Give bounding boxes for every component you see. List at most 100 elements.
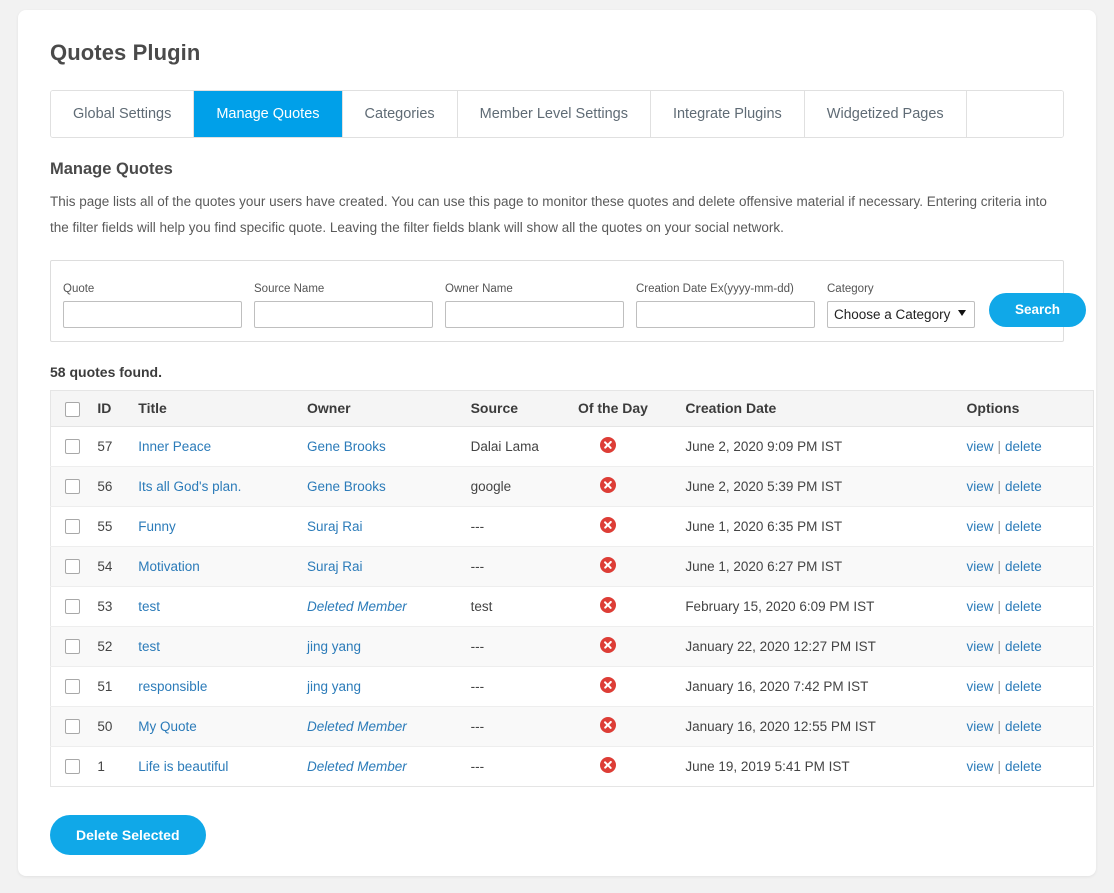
quote-title-link[interactable]: responsible [138,679,207,694]
quote-title-link[interactable]: My Quote [138,719,197,734]
row-checkbox[interactable] [65,599,80,615]
row-checkbox[interactable] [65,479,80,495]
cell-id: 56 [91,466,133,507]
cell-owner: Deleted Member [301,586,465,627]
circle-x-icon[interactable] [599,676,616,693]
row-checkbox[interactable] [65,519,80,535]
circle-x-icon[interactable] [599,516,616,533]
cell-options: view | delete [960,666,1094,707]
delete-link[interactable]: delete [1005,679,1042,694]
row-select-cell [50,466,92,507]
tab-member-level-settings[interactable]: Member Level Settings [457,91,651,137]
tab-integrate-plugins[interactable]: Integrate Plugins [650,91,805,137]
view-link[interactable]: view [967,679,994,694]
quote-title-link[interactable]: Inner Peace [138,439,211,454]
cell-creation-date: June 2, 2020 9:09 PM IST [679,426,961,467]
view-link[interactable]: view [967,759,994,774]
source-name-input[interactable] [254,300,433,328]
quote-title-link[interactable]: Life is beautiful [138,759,228,774]
delete-link[interactable]: delete [1005,599,1042,614]
deleted-member-label: Deleted Member [307,758,407,774]
quote-title-link[interactable]: test [138,599,160,614]
quote-title-link[interactable]: test [138,639,160,654]
row-checkbox[interactable] [65,759,80,775]
cell-options: view | delete [960,626,1094,667]
option-separator: | [997,718,1002,734]
quotes-table-body: 57 Inner Peace Gene Brooks Dalai Lama June 2… [50,426,1094,787]
delete-link[interactable]: delete [1005,439,1042,454]
delete-link[interactable]: delete [1005,719,1042,734]
circle-x-icon[interactable] [599,596,616,613]
tab-global-settings[interactable]: Global Settings [51,91,195,137]
header-options: Options [960,390,1094,427]
row-select-cell [50,666,92,707]
tab-widgetized-pages[interactable]: Widgetized Pages [804,91,967,137]
view-link[interactable]: view [967,719,994,734]
delete-link[interactable]: delete [1005,639,1042,654]
owner-link[interactable]: Gene Brooks [307,479,386,494]
delete-link[interactable]: delete [1005,559,1042,574]
deleted-member-label: Deleted Member [307,598,407,614]
owner-link[interactable]: jing yang [307,679,361,694]
circle-x-icon[interactable] [599,756,616,773]
view-link[interactable]: view [967,559,994,574]
cell-title: Inner Peace [132,426,301,467]
category-select[interactable]: Choose a Category [827,300,975,328]
section-description: This page lists all of the quotes your u… [50,194,1047,236]
option-separator: | [997,598,1002,614]
view-link[interactable]: view [967,439,994,454]
row-checkbox[interactable] [65,559,80,575]
cell-owner: jing yang [301,666,465,707]
cell-owner: Gene Brooks [301,466,465,507]
owner-link[interactable]: jing yang [307,639,361,654]
delete-selected-button[interactable]: Delete Selected [50,814,206,855]
cell-options: view | delete [960,746,1094,787]
cell-options: view | delete [960,706,1094,747]
creation-date-input[interactable] [636,300,815,328]
circle-x-icon[interactable] [599,436,616,453]
quote-input[interactable] [63,300,242,328]
delete-link[interactable]: delete [1005,519,1042,534]
view-link[interactable]: view [967,519,994,534]
search-button[interactable]: Search [989,292,1087,327]
owner-link[interactable]: Gene Brooks [307,439,386,454]
cell-title: Life is beautiful [132,746,301,787]
cell-title: Motivation [132,546,301,587]
deleted-member-label: Deleted Member [307,718,407,734]
owner-name-input[interactable] [445,300,624,328]
cell-options: view | delete [960,546,1094,587]
delete-link[interactable]: delete [1005,759,1042,774]
cell-id: 52 [91,626,133,667]
row-checkbox[interactable] [65,639,80,655]
owner-link[interactable]: Suraj Rai [307,559,363,574]
quote-title-link[interactable]: Motivation [138,559,200,574]
cell-of-the-day [571,506,680,547]
cell-title: Its all God's plan. [132,466,301,507]
circle-x-icon[interactable] [599,716,616,733]
delete-link[interactable]: delete [1005,479,1042,494]
cell-creation-date: January 22, 2020 12:27 PM IST [679,626,961,667]
owner-link[interactable]: Suraj Rai [307,519,363,534]
view-link[interactable]: view [967,599,994,614]
tab-manage-quotes[interactable]: Manage Quotes [194,91,343,137]
row-checkbox[interactable] [65,679,80,695]
quote-label: Quote [63,282,95,295]
view-link[interactable]: view [967,479,994,494]
quote-title-link[interactable]: Funny [138,519,176,534]
cell-source: --- [464,506,572,547]
filter-field-category: Category Choose a Category [827,283,975,328]
circle-x-icon[interactable] [599,556,616,573]
select-all-checkbox[interactable] [65,401,80,417]
cell-of-the-day [571,706,680,747]
row-select-cell [50,626,92,667]
quote-title-link[interactable]: Its all God's plan. [138,479,241,494]
cell-of-the-day [571,466,680,507]
row-checkbox[interactable] [65,719,80,735]
tab-categories[interactable]: Categories [342,91,458,137]
circle-x-icon[interactable] [599,476,616,493]
circle-x-icon[interactable] [599,636,616,653]
view-link[interactable]: view [967,639,994,654]
row-checkbox[interactable] [65,439,80,455]
filter-field-creation-date: Creation Date Ex(yyyy-mm-dd) [636,283,815,328]
row-select-cell [50,426,92,467]
